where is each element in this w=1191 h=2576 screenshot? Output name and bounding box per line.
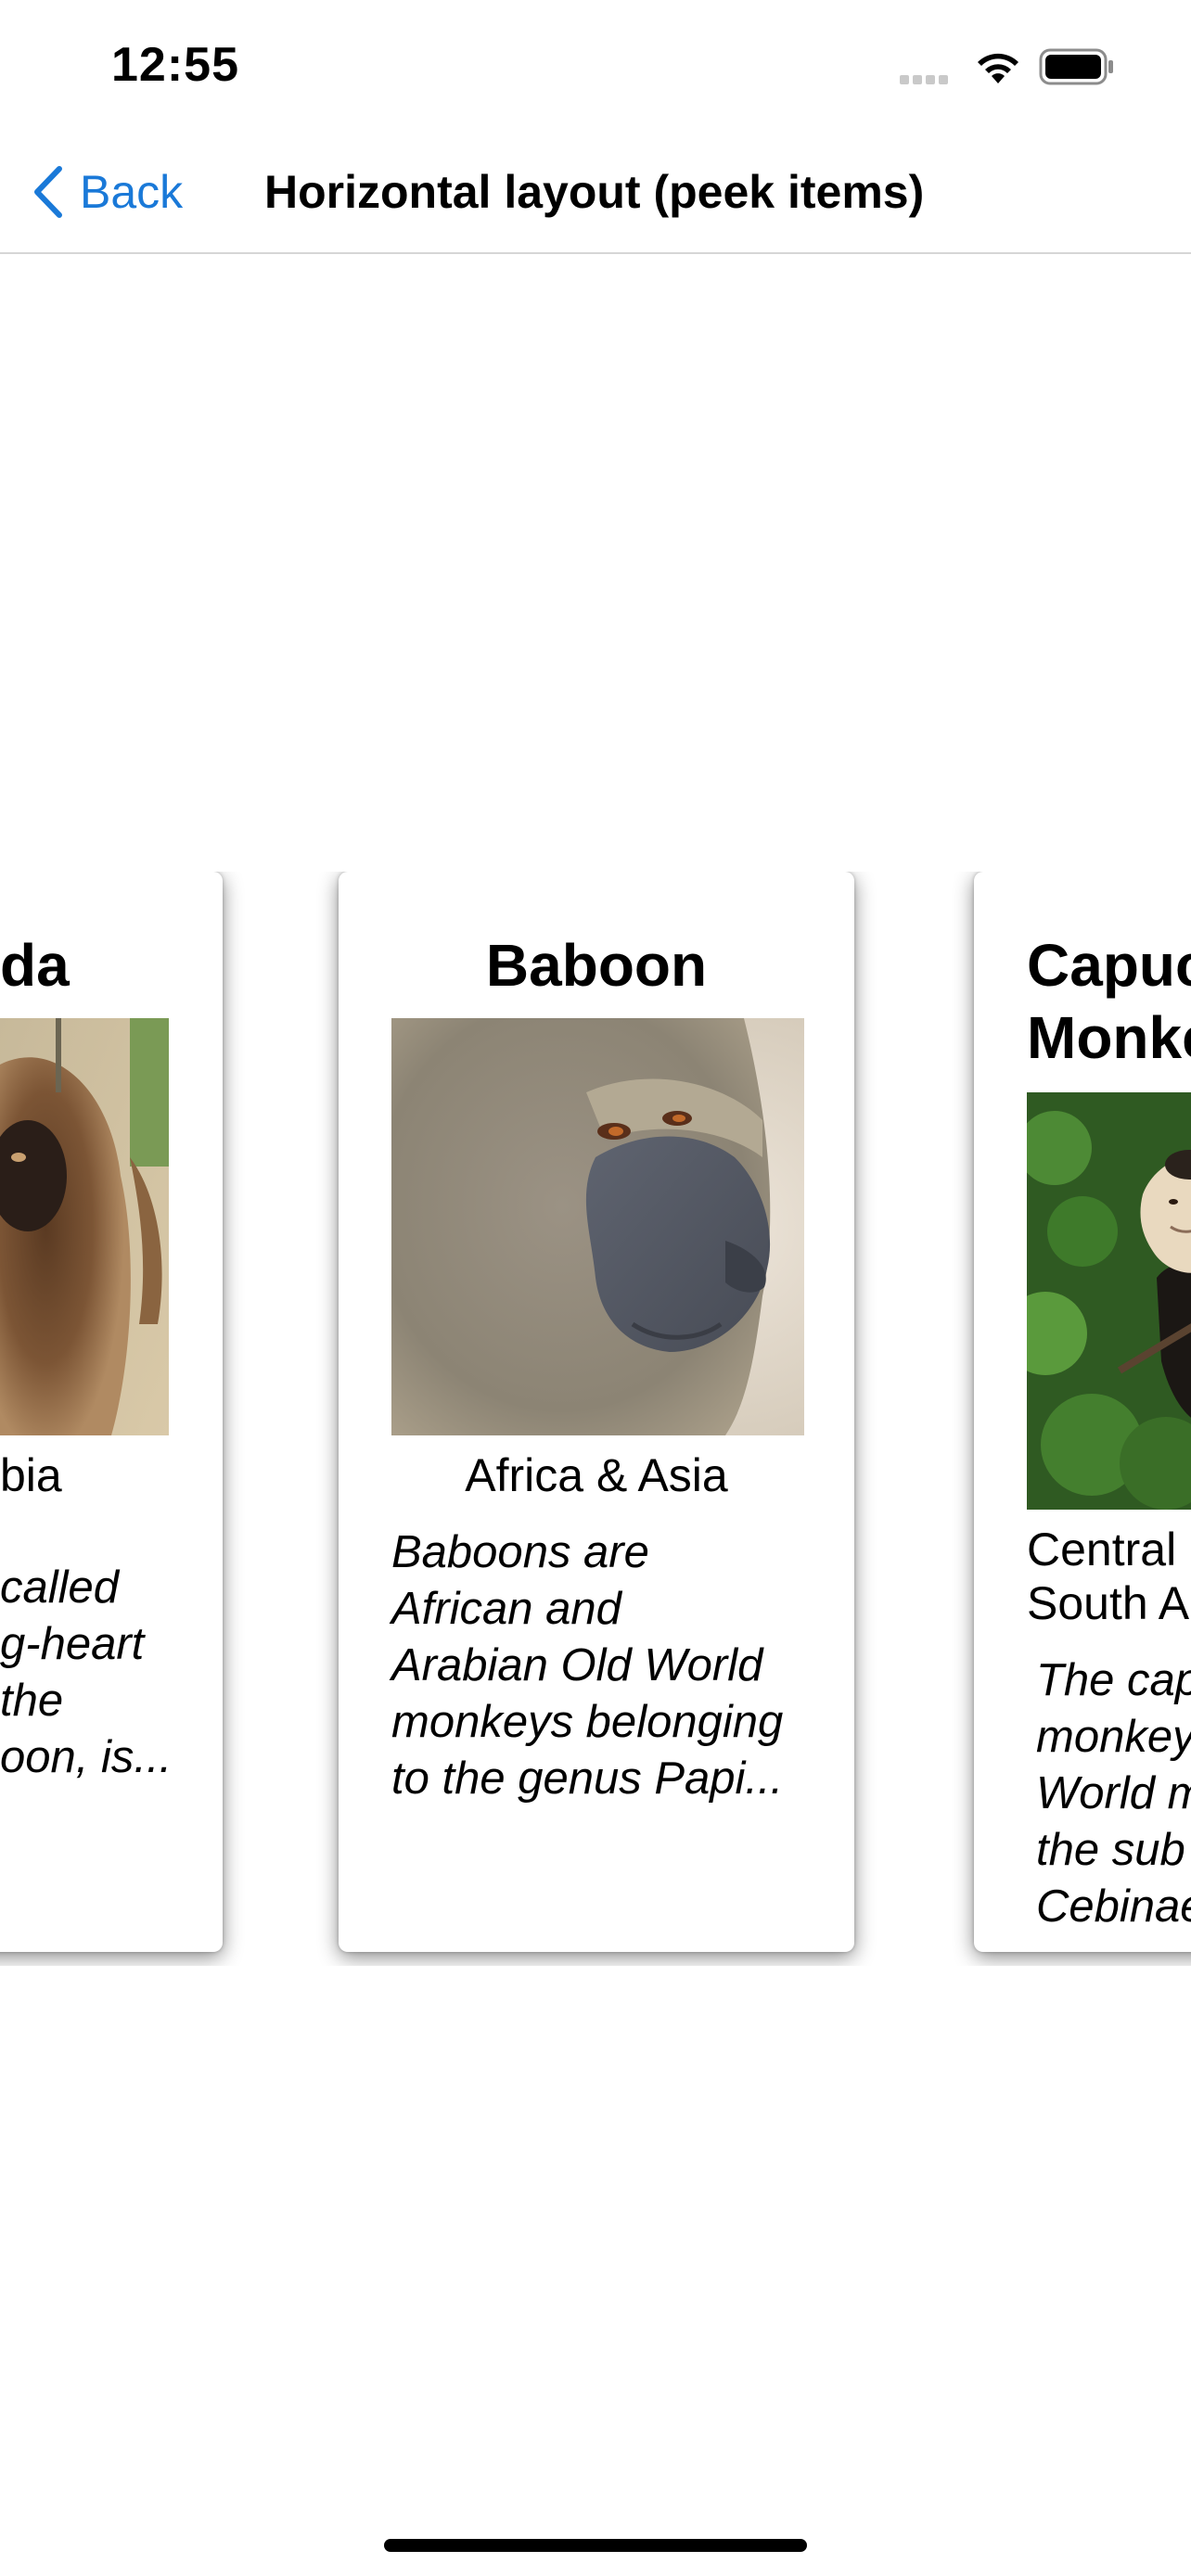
region-line: Central [1027, 1524, 1177, 1575]
carousel-card-capuchin[interactable]: Capuc Monke Central South A [974, 872, 1191, 1952]
desc-line: monkeys belonging [391, 1697, 784, 1747]
title-line: Capuc [1027, 932, 1191, 999]
desc-line: The cap [1036, 1655, 1191, 1705]
desc-line: g-heart [0, 1619, 145, 1669]
card-description: The cap monkey World m the sub Cebinae [1036, 1652, 1191, 1935]
desc-line: African and [391, 1584, 621, 1634]
desc-line: Baboons are [391, 1527, 649, 1577]
navigation-bar: Back Horizontal layout (peek items) [0, 130, 1191, 254]
cellular-signal-icon [900, 72, 952, 89]
status-time: 12:55 [111, 38, 239, 92]
page-title: Horizontal layout (peek items) [264, 166, 925, 218]
baboon-photo [391, 1018, 804, 1435]
home-indicator[interactable] [384, 2539, 807, 2552]
back-button[interactable]: Back [32, 159, 183, 224]
status-bar: 12:55 [0, 0, 1191, 130]
desc-line: oon, is... [0, 1732, 173, 1782]
card-region: Central South A [1027, 1523, 1189, 1630]
carousel-card-baboon[interactable]: Baboon Africa & Asia Baboons are African… [339, 872, 854, 1952]
region-line: South A [1027, 1577, 1190, 1629]
desc-line: the sub [1036, 1825, 1185, 1875]
gelada-photo [0, 1018, 169, 1435]
card-region: bia [0, 1449, 62, 1501]
desc-line: to the genus Papi... [391, 1753, 784, 1804]
card-description: Baboons are African and Arabian Old Worl… [391, 1524, 827, 1807]
card-region: Africa & Asia [465, 1449, 728, 1501]
desc-line: Cebinae [1036, 1881, 1191, 1932]
back-label: Back [80, 166, 184, 218]
chevron-left-icon [34, 166, 62, 218]
title-line: Monke [1027, 1004, 1191, 1071]
desc-line: Arabian Old World [391, 1640, 763, 1690]
card-description: called g-heart the oon, is... [0, 1560, 172, 1786]
capuchin-photo [1027, 1092, 1191, 1510]
wifi-icon [974, 48, 1022, 90]
horizontal-carousel[interactable]: da bia called g-heart the oon, is... Bab… [0, 872, 1191, 1966]
desc-line: monkey [1036, 1712, 1191, 1762]
desc-line: World m [1036, 1768, 1191, 1818]
desc-line: the [0, 1676, 64, 1726]
card-title: Capuc Monke [1027, 929, 1191, 1074]
carousel-card-gelada[interactable]: da bia called g-heart the oon, is... [0, 872, 223, 1952]
card-title: da [0, 932, 70, 999]
card-title: Baboon [485, 932, 708, 999]
desc-line: called [0, 1562, 120, 1613]
battery-icon [1039, 48, 1115, 90]
